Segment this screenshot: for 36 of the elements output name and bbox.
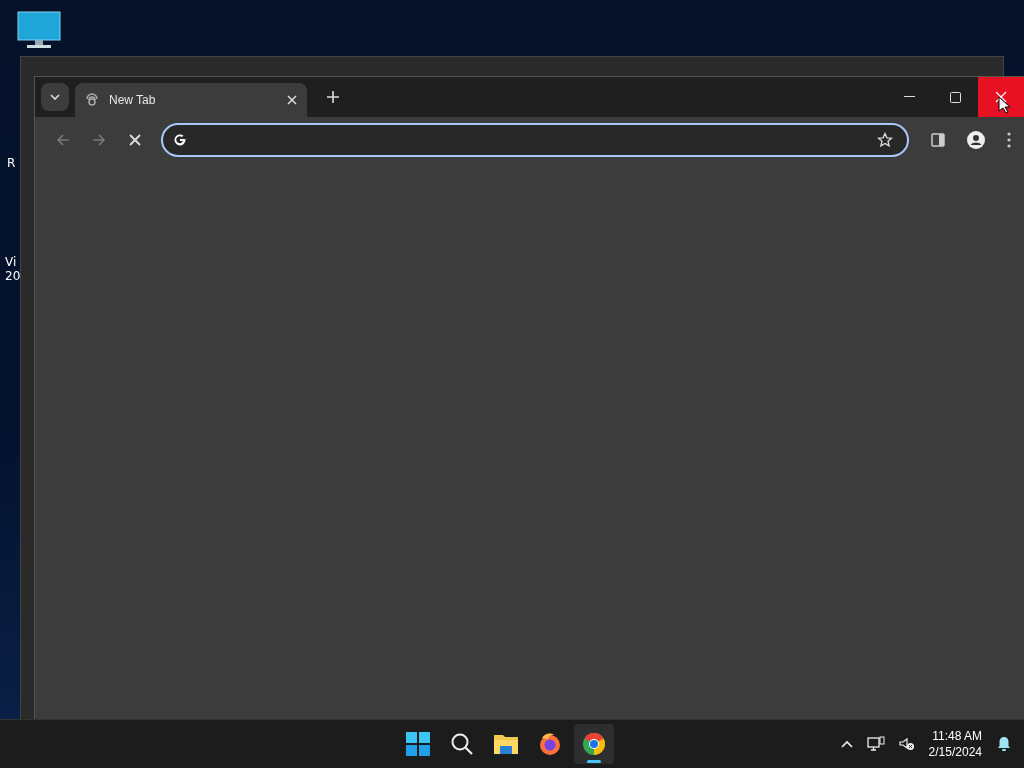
back-icon[interactable] [56,133,70,147]
forward-icon[interactable] [92,133,106,147]
desktop-icon-label: 20 [5,269,21,283]
browser-tab[interactable]: New Tab [75,83,307,117]
close-icon [995,91,1007,103]
loading-icon [85,93,99,107]
address-bar[interactable] [161,123,909,157]
windows-icon [406,732,430,756]
clock-date[interactable]: 2/15/2024 [928,744,982,760]
speaker-muted-icon[interactable] [898,737,915,751]
minimize-icon [903,96,915,98]
folder-icon [493,733,519,755]
chevron-up-icon[interactable] [840,740,853,748]
bell-icon[interactable] [996,736,1012,752]
menu-icon[interactable] [1007,132,1011,148]
desktop-icon-label: R [7,156,16,170]
network-icon[interactable] [866,736,885,752]
close-icon[interactable] [287,95,297,105]
fox-globe-icon [538,732,562,756]
mouse-pointer-icon [998,96,1010,114]
chrome-icon [582,732,606,756]
side-panel-icon[interactable] [931,133,945,147]
chevron-down-icon [50,94,60,100]
clock-time[interactable]: 11:48 AM [932,728,982,744]
taskbar-app[interactable] [574,724,614,764]
new-tab-icon[interactable] [327,91,339,103]
star-icon[interactable] [877,132,893,148]
computer-icon[interactable] [17,11,61,49]
google-icon [173,133,187,147]
stop-icon[interactable] [128,133,142,147]
profile-icon[interactable] [967,131,985,149]
tab-list-button[interactable] [41,83,69,111]
search-icon [450,732,474,756]
maximize-icon [949,91,961,103]
close-button[interactable] [978,77,1024,117]
desktop-icon-label: Vi [5,255,17,269]
